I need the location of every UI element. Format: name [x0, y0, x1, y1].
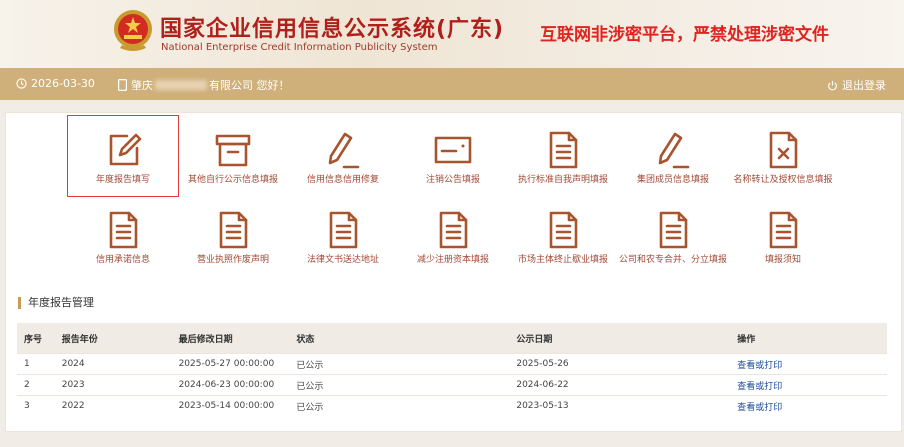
view-print-link[interactable]: 查看或打印 [730, 353, 887, 375]
tile-9[interactable]: 法律文书送达地址 [288, 196, 398, 276]
tile-12[interactable]: 公司和农专合并、分立填报 [618, 196, 728, 276]
table-row: 3 2022 2023-05-14 00:00:00 已公示 2023-05-13 查看或… [17, 395, 887, 416]
greeting-prefix: 肇庆 [131, 79, 153, 92]
table-cell: 2024-06-22 [509, 374, 731, 396]
main-panel: 年度报告填写 其他自行公示信息填报 信用信息信用修复 注销公告填报 执行标准自我声明填报… [5, 112, 902, 432]
pen-icon [653, 130, 693, 170]
section-title: 年度报告管理 [18, 297, 94, 309]
document-icon [433, 210, 473, 250]
redacted-name [155, 80, 207, 90]
greeting-suffix: 有限公司 您好！ [209, 79, 290, 92]
table-cell: 2022 [54, 395, 172, 416]
site-title: 国家企业信用信息公示系统(广东) [160, 17, 505, 42]
edit-icon [103, 130, 143, 170]
archive-box-icon [213, 130, 253, 170]
table-cell: 1 [17, 353, 55, 375]
power-icon [828, 80, 837, 90]
document-icon [543, 210, 583, 250]
user-bar: 2026-03-30 肇庆 有限公司 您好！ 退出登录 [0, 68, 904, 100]
date-text: 2026-03-30 [31, 77, 95, 90]
document-x-icon [763, 130, 803, 170]
logout-label: 退出登录 [842, 79, 886, 92]
document-icon [543, 130, 583, 170]
table-cell: 2 [17, 374, 55, 396]
table-cell: 2025-05-27 00:00:00 [171, 353, 290, 375]
document-icon [763, 210, 803, 250]
tile-4[interactable]: 执行标准自我声明填报 [508, 116, 618, 196]
table-cell: 已公示 [289, 374, 510, 396]
tile-13[interactable]: 填报须知 [728, 196, 838, 276]
tile-8[interactable]: 营业执照作废声明 [178, 196, 288, 276]
tile-6[interactable]: 名称转让及授权信息填报 [728, 116, 838, 196]
table-cell: 2025-05-26 [509, 353, 731, 375]
column-header: 公示日期 [509, 323, 731, 354]
column-header: 状态 [289, 323, 510, 354]
tile-2[interactable]: 信用信息信用修复 [288, 116, 398, 196]
annual-report-table: 序号 报告年份 最后修改日期 状态 公示日期 操作 1 2024 2025-05-27 00:… [17, 323, 887, 416]
table-header-row: 序号 报告年份 最后修改日期 状态 公示日期 操作 [17, 323, 887, 354]
column-header: 序号 [17, 323, 55, 354]
national-emblem-icon [114, 10, 152, 51]
table-cell: 2023-05-13 [509, 395, 731, 416]
greeting: 肇庆 有限公司 您好！ [118, 77, 290, 93]
tile-label: 填报须知 [764, 255, 801, 265]
tile-0[interactable]: 年度报告填写 [67, 115, 179, 197]
mobile-icon [118, 79, 127, 91]
table-cell: 已公示 [289, 353, 510, 375]
tile-label: 名称转让及授权信息填报 [733, 175, 833, 185]
table-cell: 2024-06-23 00:00:00 [171, 374, 290, 396]
table-cell: 2023 [54, 374, 172, 396]
table-cell: 3 [17, 395, 55, 416]
table-cell: 2024 [54, 353, 172, 375]
view-print-link[interactable]: 查看或打印 [730, 395, 887, 416]
table-cell: 已公示 [289, 395, 510, 416]
date-display: 2026-03-30 [16, 77, 95, 90]
logout-button[interactable]: 退出登录 [827, 77, 886, 93]
tile-5[interactable]: 集团成员信息填报 [618, 116, 728, 196]
document-icon [653, 210, 693, 250]
column-header: 报告年份 [54, 323, 172, 354]
document-icon [323, 210, 363, 250]
table-row: 2 2023 2024-06-23 00:00:00 已公示 2024-06-22 查看或… [17, 374, 887, 396]
column-header: 最后修改日期 [171, 323, 290, 354]
site-subtitle: National Enterprise Credit Information P… [161, 42, 438, 53]
clock-icon [16, 78, 27, 89]
site-header: 国家企业信用信息公示系统(广东) National Enterprise Cre… [0, 0, 904, 68]
tile-3[interactable]: 注销公告填报 [398, 116, 508, 196]
security-warning: 互联网非涉密平台，严禁处理涉密文件 [540, 25, 829, 45]
tile-1[interactable]: 其他自行公示信息填报 [178, 116, 288, 196]
tile-10[interactable]: 减少注册资本填报 [398, 196, 508, 276]
document-icon [103, 210, 143, 250]
card-icon [433, 130, 473, 170]
table-row: 1 2024 2025-05-27 00:00:00 已公示 2025-05-26 查看或… [17, 353, 887, 375]
tile-11[interactable]: 市场主体终止歇业填报 [508, 196, 618, 276]
column-header: 操作 [730, 323, 887, 354]
table-cell: 2023-05-14 00:00:00 [171, 395, 290, 416]
view-print-link[interactable]: 查看或打印 [730, 374, 887, 396]
pen-icon [323, 130, 363, 170]
document-icon [213, 210, 253, 250]
tile-7[interactable]: 信用承诺信息 [68, 196, 178, 276]
